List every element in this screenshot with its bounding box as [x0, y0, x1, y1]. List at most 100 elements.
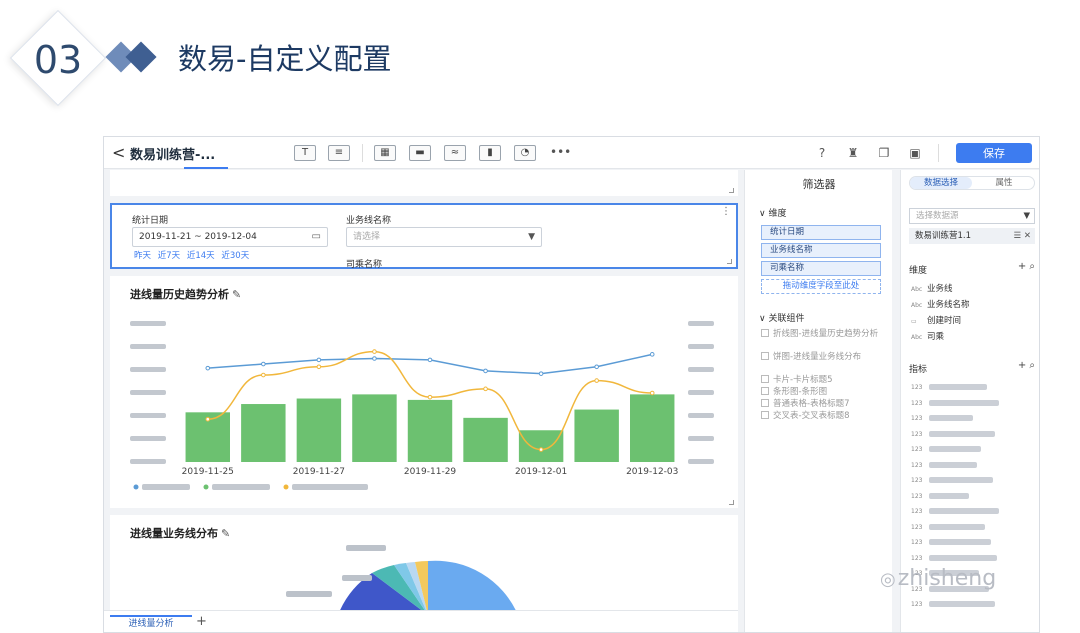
- quick-range-30d[interactable]: 近30天: [221, 251, 249, 261]
- sheet-tab[interactable]: 进线量分析: [110, 615, 192, 632]
- line-point: [316, 364, 322, 370]
- filter-card[interactable]: ⋮ 统计日期 2019-11-21 ~ 2019-12-04 ▭ 昨天 近7天 …: [110, 203, 738, 270]
- data-selection-panel: 数据选择 属性 选择数据源 ▼ 数易训练营1.1 ☰ ✕ 维度 + ⌕ Abc 业…: [900, 170, 1039, 632]
- resize-handle[interactable]: [729, 500, 734, 505]
- line-point: [261, 372, 266, 378]
- blurred-axis-label: [130, 321, 166, 326]
- table-tool-icon[interactable]: ▦: [374, 145, 396, 161]
- filter-panel-title: 筛选器: [802, 178, 836, 191]
- save-button[interactable]: 保存: [956, 143, 1032, 163]
- blurred-label: [342, 575, 372, 581]
- datasource-name: 数易训练营1.1: [915, 231, 972, 241]
- bar-chart-tool-icon[interactable]: ▮: [479, 145, 501, 161]
- top-card[interactable]: [110, 170, 738, 196]
- preview-icon[interactable]: ▣: [907, 145, 923, 161]
- line-point: [427, 357, 433, 363]
- filter-dim-chip[interactable]: 业务线名称: [761, 243, 881, 258]
- datasource-chip[interactable]: 数易训练营1.1 ☰ ✕: [909, 228, 1035, 244]
- resize-handle[interactable]: [727, 259, 732, 264]
- report-canvas: ⋮ 统计日期 2019-11-21 ~ 2019-12-04 ▭ 昨天 近7天 …: [110, 170, 738, 610]
- left-axis-ticks: [130, 321, 166, 464]
- related-item[interactable]: 饼图-进线量业务线分布: [761, 352, 881, 363]
- metric-type-icon: 123: [911, 415, 923, 422]
- line-point: [372, 349, 377, 354]
- tab-data-selection[interactable]: 数据选择: [910, 177, 972, 189]
- related-item[interactable]: 卡片-卡片标题5: [761, 375, 881, 386]
- driver-label: 司乘名称: [346, 260, 383, 270]
- add-search-icon[interactable]: + ⌕: [1018, 261, 1035, 272]
- distribution-chart-card[interactable]: 进线量业务线分布 ✎: [110, 515, 738, 610]
- datasource-select[interactable]: 选择数据源 ▼: [909, 208, 1035, 224]
- dimension-field[interactable]: ▭ 创建时间: [911, 314, 961, 326]
- line-point: [538, 447, 544, 452]
- pie-chart-tool-icon[interactable]: ◔: [514, 145, 536, 161]
- calendar-icon[interactable]: ▭: [312, 228, 321, 246]
- blurred-field-name: [929, 492, 969, 499]
- report-title[interactable]: 数易训练营-...: [130, 144, 215, 163]
- blurred-label: [346, 545, 386, 551]
- dimension-field[interactable]: Abc 业务线: [911, 282, 953, 294]
- quick-range-links: 昨天 近7天 近14天 近30天: [134, 249, 253, 261]
- quick-range-14d[interactable]: 近14天: [187, 251, 215, 261]
- dimension-field[interactable]: Abc 业务线名称: [911, 298, 970, 310]
- blurred-axis-label: [130, 390, 166, 395]
- series-line: [207, 353, 653, 375]
- line-chart-tool-icon[interactable]: ≈: [444, 145, 466, 161]
- related-section-header[interactable]: ∨ 关联组件: [759, 311, 804, 324]
- dimension-section-header[interactable]: ∨ 维度: [759, 206, 786, 219]
- metric-type-icon: 123: [911, 523, 923, 531]
- chart-legend: [133, 484, 368, 490]
- x-tick-label: 2019-11-25: [182, 467, 234, 477]
- checkbox: [761, 352, 769, 360]
- blurred-axis-label: [688, 413, 714, 418]
- bar: [630, 394, 675, 462]
- blurred-field-name: [929, 399, 999, 406]
- line-point: [316, 357, 322, 363]
- back-icon[interactable]: <: [112, 143, 125, 162]
- x-tick-label: 2019-12-03: [626, 467, 678, 477]
- card-menu-icon[interactable]: ⋮: [721, 206, 731, 217]
- tab-properties[interactable]: 属性: [974, 177, 1034, 189]
- blurred-field-name: [929, 508, 999, 514]
- filter-tool-icon[interactable]: ≡: [328, 145, 350, 161]
- biz-select[interactable]: 请选择 ▼: [346, 227, 542, 247]
- copy-icon[interactable]: ❐: [876, 145, 892, 161]
- wechat-icon: ◎: [880, 569, 896, 590]
- right-axis-ticks: [688, 321, 714, 464]
- metric-type-icon: 123: [911, 399, 923, 407]
- blurred-axis-label: [130, 413, 166, 418]
- metric-type-icon: 123: [911, 461, 923, 469]
- more-icon[interactable]: •••: [550, 144, 571, 160]
- blurred-axis-label: [688, 390, 714, 395]
- dimension-field[interactable]: Abc 司乘: [911, 330, 944, 342]
- theme-icon[interactable]: ♜: [845, 145, 861, 161]
- panel-tabs: 数据选择 属性: [909, 176, 1035, 190]
- filter-dim-chip[interactable]: 司乘名称: [761, 261, 881, 276]
- dimension-header: 维度: [909, 266, 928, 276]
- related-item[interactable]: 条形图-条形图: [761, 387, 881, 398]
- x-tick-label: 2019-11-29: [404, 467, 457, 477]
- related-item[interactable]: 普通表格-表格标题7: [761, 399, 881, 410]
- pie-slice: [428, 560, 516, 610]
- quick-range-7d[interactable]: 近7天: [158, 251, 180, 261]
- related-item[interactable]: 折线图-进线量历史趋势分析: [761, 329, 881, 340]
- close-icon[interactable]: ☰ ✕: [1014, 228, 1031, 244]
- quick-range-yesterday[interactable]: 昨天: [134, 251, 151, 261]
- card-tool-icon[interactable]: ▬: [409, 145, 431, 161]
- date-range-input[interactable]: 2019-11-21 ~ 2019-12-04 ▭: [132, 227, 328, 247]
- blurred-axis-label: [130, 459, 166, 464]
- trend-chart-card[interactable]: 进线量历史趋势分析 ✎ 2019-11-25 2019-11-27 2019-11-2…: [110, 276, 738, 508]
- date-label: 统计日期: [132, 216, 169, 226]
- add-sheet-icon[interactable]: +: [196, 614, 207, 629]
- watermark: ◎zhisheng: [880, 566, 997, 591]
- text-tool-icon[interactable]: T: [294, 145, 316, 161]
- help-icon[interactable]: ?: [814, 145, 830, 161]
- drop-zone[interactable]: 拖动维度字段至此处: [761, 279, 881, 294]
- add-search-icon[interactable]: + ⌕: [1018, 360, 1035, 371]
- related-item[interactable]: 交叉表-交叉表标题8: [761, 411, 881, 422]
- filter-config-panel: 筛选器 ∨ 维度 统计日期 业务线名称 司乘名称 拖动维度字段至此处 ∨ 关联组…: [744, 170, 892, 632]
- filter-dim-chip[interactable]: 统计日期: [761, 225, 881, 240]
- metric-type-icon: 123: [911, 492, 923, 500]
- datasource-placeholder: 选择数据源: [916, 211, 959, 221]
- resize-handle[interactable]: [729, 188, 734, 193]
